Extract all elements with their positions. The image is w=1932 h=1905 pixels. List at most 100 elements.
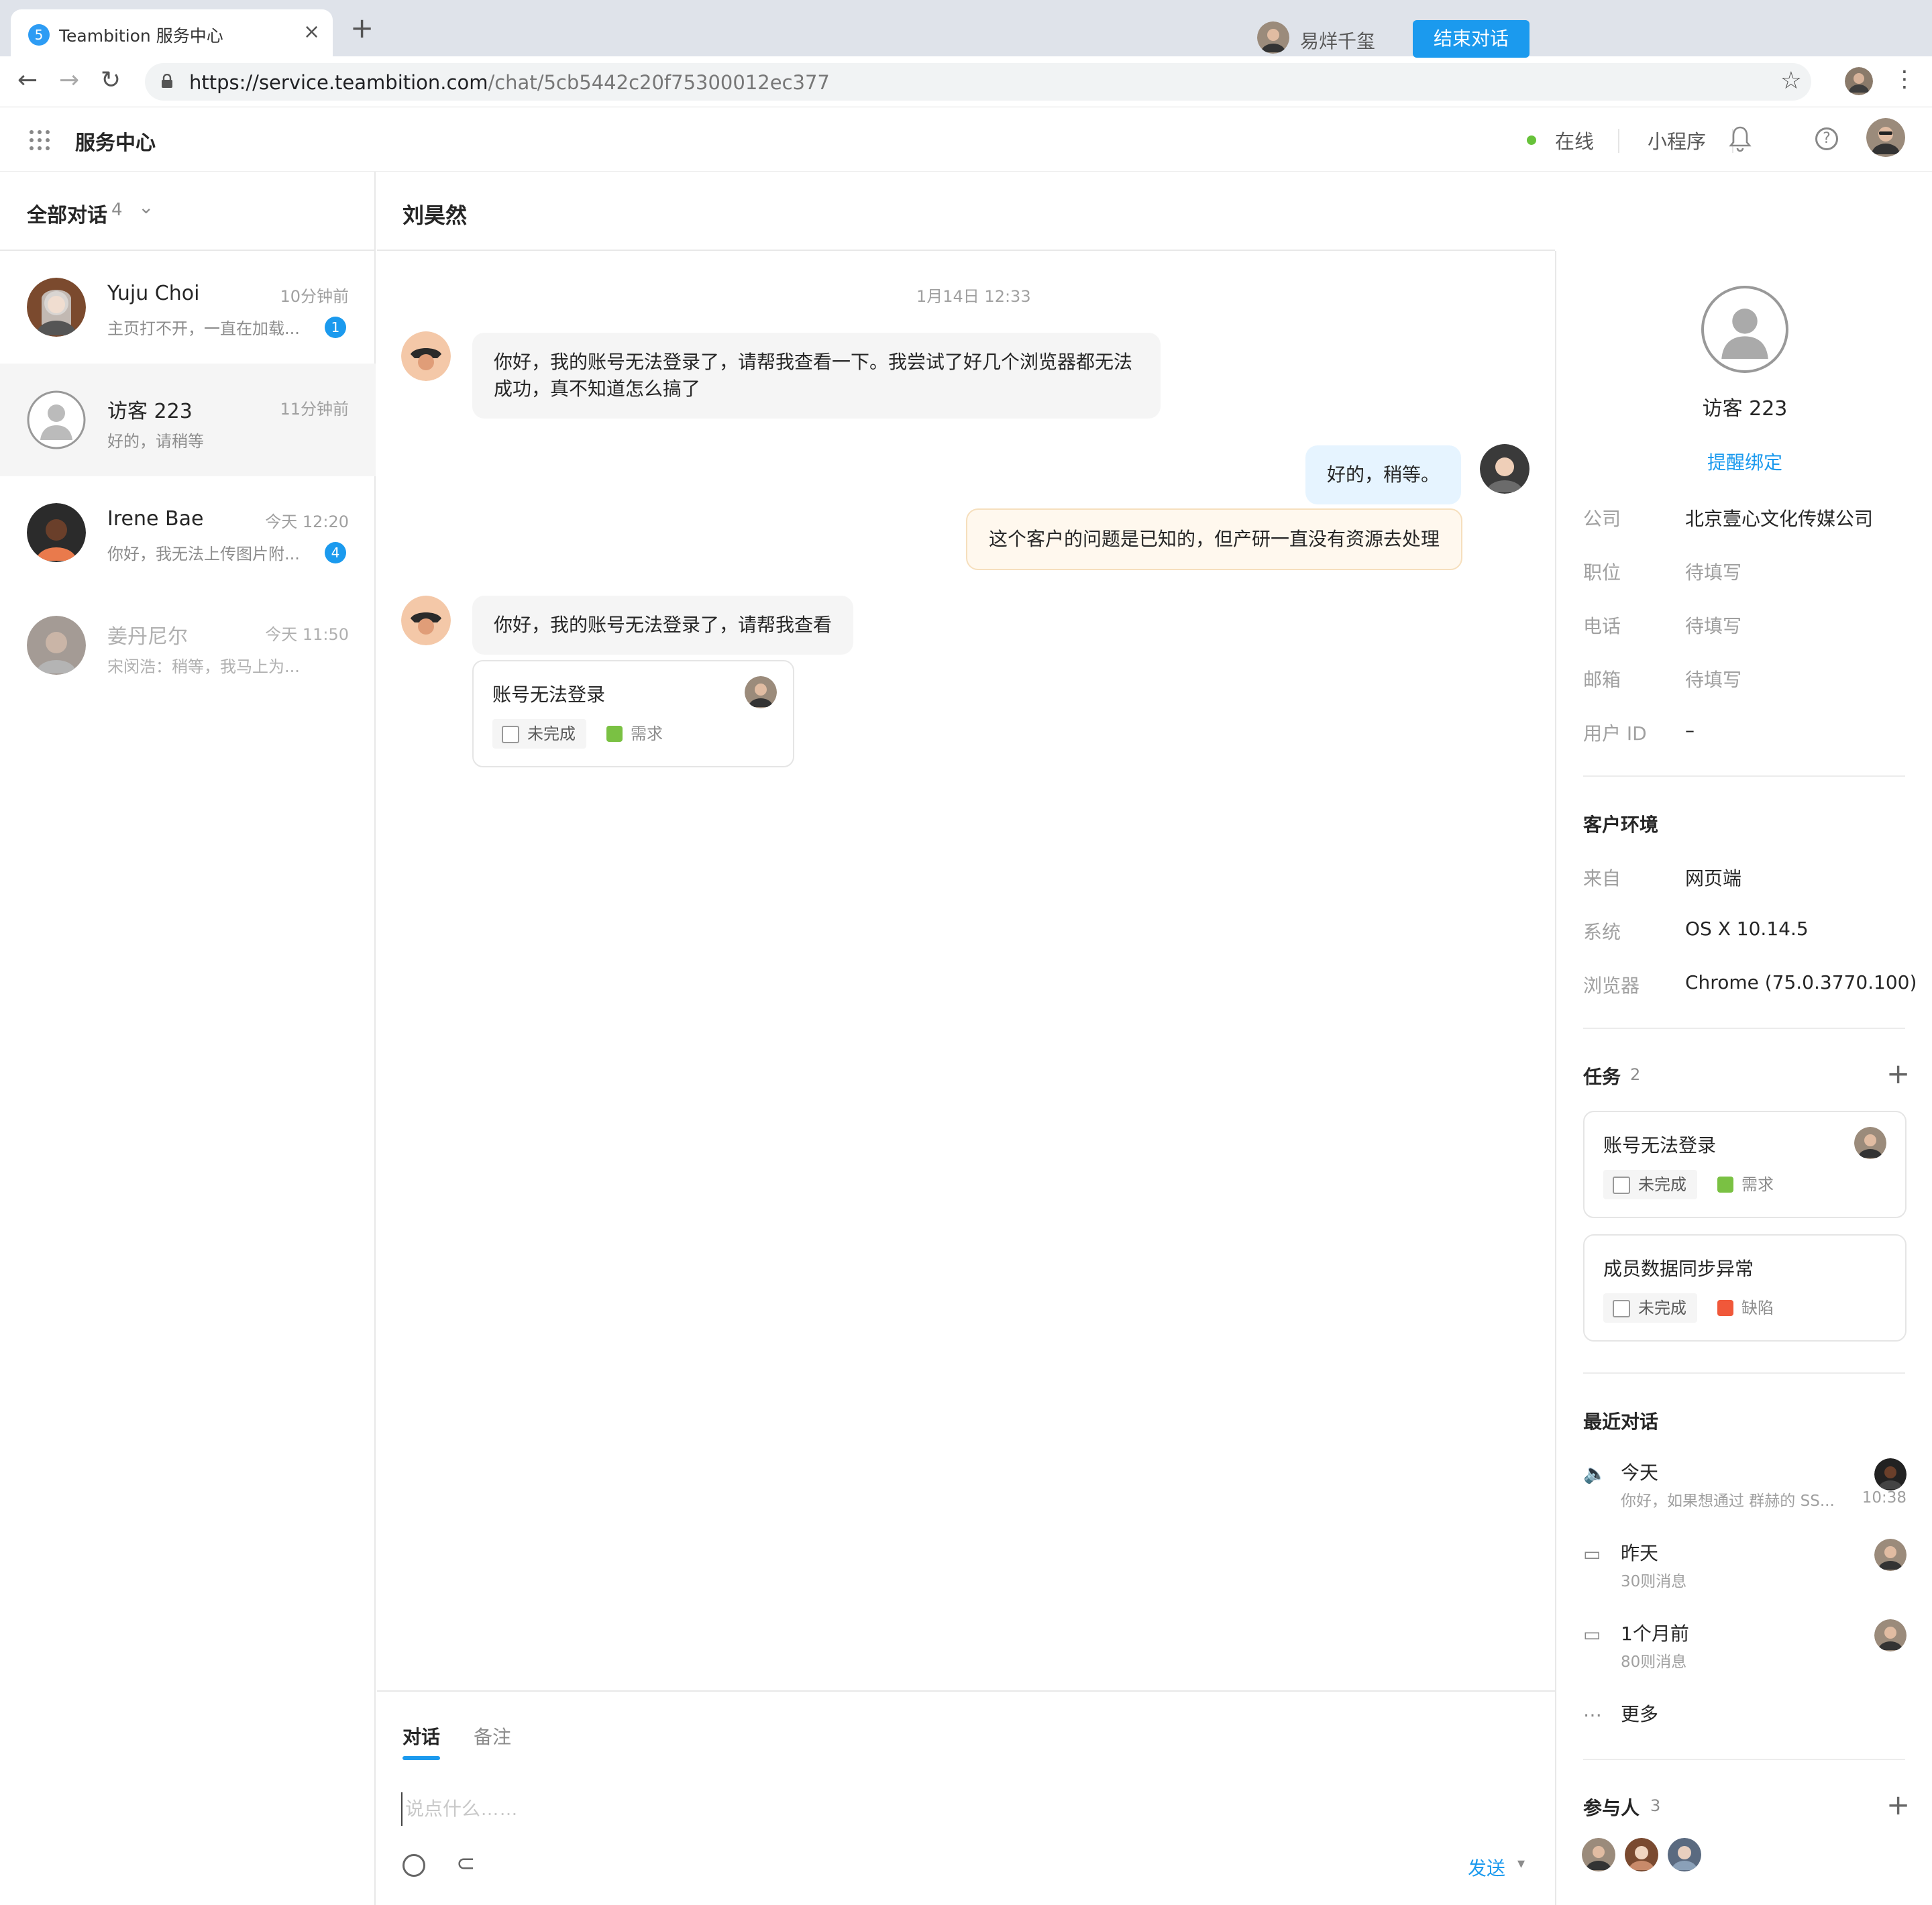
more-conversations-link[interactable]: ⋯ 更多 <box>1583 1700 1907 1733</box>
field-company: 公司 北京壹心文化传媒公司 <box>1583 504 1912 531</box>
task-type-label: 需求 <box>1741 1175 1774 1194</box>
conversation-time: 10分钟前 <box>280 287 349 306</box>
conversation-time: 今天 11:50 <box>265 625 349 644</box>
task-card[interactable]: 账号无法登录 未完成 需求 <box>1583 1111 1907 1218</box>
conversation-list: 全部对话 4 ⌄ Yuju Choi 10分钟前 主页打不开，一直在加载... … <box>0 172 376 1905</box>
conversation-item[interactable]: 姜丹尼尔 今天 11:50 宋闵浩：稍等，我马上为... <box>0 589 376 702</box>
app-header: 服务中心 在线 小程序 ? <box>0 107 1932 172</box>
lock-icon <box>162 74 172 88</box>
send-button[interactable]: 发送 <box>1468 1854 1505 1881</box>
url-field[interactable]: https://service.teambition.com/chat/5cb5… <box>145 63 1811 101</box>
participant-avatar[interactable] <box>1582 1838 1615 1871</box>
app-title: 服务中心 <box>75 131 156 155</box>
conversation-preview: 好的，请稍等 <box>107 432 204 451</box>
task-card[interactable]: 成员数据同步异常 未完成 缺陷 <box>1583 1234 1907 1342</box>
chat-header: 刘昊然 <box>377 172 1555 251</box>
participant-avatar[interactable] <box>1625 1838 1658 1871</box>
emoji-icon[interactable] <box>402 1854 425 1877</box>
internal-note: 这个客户的问题是已知的，但产研一直没有资源去处理 <box>966 508 1463 570</box>
task-type: 缺陷 <box>1717 1293 1774 1323</box>
conversation-filter[interactable]: 全部对话 4 ⌄ <box>0 172 376 251</box>
chevron-down-icon[interactable]: ⌄ <box>138 196 154 218</box>
recent-conversation[interactable]: 🔈 今天 你好，如果想通过 群赫的 SS... 10:38 <box>1583 1458 1907 1525</box>
task-status[interactable]: 未完成 <box>1603 1170 1697 1199</box>
default-avatar-icon <box>27 390 86 449</box>
chat-bubble-icon: ▭ <box>1583 1623 1601 1645</box>
filter-count: 4 <box>111 200 123 220</box>
avatar[interactable] <box>1866 118 1905 157</box>
browser-profile-avatar[interactable] <box>1845 67 1873 95</box>
task-type-label: 需求 <box>631 724 663 743</box>
back-icon[interactable]: ← <box>17 67 38 94</box>
conversation-item[interactable]: Yuju Choi 10分钟前 主页打不开，一直在加载... 1 <box>0 251 376 364</box>
participants-title: 参与人 <box>1583 1797 1640 1819</box>
avatar <box>745 676 777 708</box>
task-title: 成员数据同步异常 <box>1603 1258 1754 1280</box>
field-value[interactable]: 待填写 <box>1685 558 1741 585</box>
forward-icon[interactable]: → <box>59 67 79 94</box>
mini-program-link[interactable]: 小程序 <box>1648 126 1706 154</box>
recent-conversation[interactable]: ▭ 1个月前 80则消息 <box>1583 1619 1907 1686</box>
composer: 对话 备注 ⊂ 发送 ▾ <box>377 1690 1555 1905</box>
checkbox-icon[interactable] <box>1613 1300 1630 1317</box>
field-phone: 电话 待填写 <box>1583 612 1912 639</box>
browser-menu-icon[interactable]: ⋮ <box>1893 66 1916 93</box>
recent-title: 最近对话 <box>1583 1411 1659 1433</box>
task-status[interactable]: 未完成 <box>492 719 586 749</box>
conversation-name: Yuju Choi <box>107 282 200 305</box>
unread-badge: 4 <box>325 542 346 563</box>
end-conversation-button[interactable]: 结束对话 <box>1413 20 1529 58</box>
active-tab-indicator <box>402 1756 440 1760</box>
conversation-time: 11分钟前 <box>280 400 349 419</box>
task-status[interactable]: 未完成 <box>1603 1293 1697 1323</box>
task-card[interactable]: 账号无法登录 未完成 需求 <box>472 660 794 767</box>
app-grid-icon[interactable] <box>30 130 50 150</box>
remind-bind-link[interactable]: 提醒绑定 <box>1556 448 1932 475</box>
message-input[interactable] <box>401 1792 1515 1826</box>
new-tab-icon[interactable]: + <box>350 13 374 43</box>
recent-subtitle: 80则消息 <box>1621 1653 1687 1671</box>
default-avatar-icon <box>1701 286 1788 373</box>
tab-note[interactable]: 备注 <box>474 1723 511 1749</box>
task-status-label: 未完成 <box>527 724 576 743</box>
conversation-item[interactable]: Irene Bae 今天 12:20 你好，我无法上传图片附... 4 <box>0 476 376 589</box>
add-task-icon[interactable]: + <box>1886 1060 1910 1088</box>
address-bar: ← → ↻ https://service.teambition.com/cha… <box>0 56 1932 107</box>
reload-icon[interactable]: ↻ <box>101 67 121 94</box>
attachment-icon[interactable]: ⊂ <box>456 1850 476 1877</box>
task-title: 账号无法登录 <box>1603 1134 1717 1156</box>
add-participant-icon[interactable]: + <box>1886 1791 1910 1819</box>
field-label: 浏览器 <box>1583 975 1640 997</box>
assignee-avatar[interactable] <box>1257 21 1289 54</box>
field-value[interactable]: 北京壹心文化传媒公司 <box>1685 504 1873 531</box>
tab-chat[interactable]: 对话 <box>402 1723 440 1749</box>
field-value: Chrome (75.0.3770.100) <box>1685 971 1917 993</box>
checkbox-icon[interactable] <box>502 726 519 743</box>
recent-time: 10:38 <box>1862 1489 1907 1507</box>
browser-tab[interactable]: 5 Teambition 服务中心 × <box>11 9 333 56</box>
field-value[interactable]: 待填写 <box>1685 612 1741 639</box>
task-status-label: 未完成 <box>1638 1175 1686 1194</box>
conversation-item[interactable]: 访客 223 11分钟前 好的，请稍等 <box>0 364 376 476</box>
recent-subtitle: 你好，如果想通过 群赫的 SS... <box>1621 1492 1835 1510</box>
env-os: 系统 OS X 10.14.5 <box>1583 918 1912 944</box>
browser-tab-bar: 5 Teambition 服务中心 × + <box>0 0 1932 56</box>
bookmark-star-icon[interactable]: ☆ <box>1780 67 1802 95</box>
online-status-label[interactable]: 在线 <box>1555 126 1594 154</box>
customer-name: 访客 223 <box>1702 397 1788 421</box>
assignee-name[interactable]: 易烊千玺 <box>1300 27 1375 54</box>
message-bubble: 好的，稍等。 <box>1305 445 1462 504</box>
field-value[interactable]: 待填写 <box>1685 665 1741 692</box>
speaker-icon: 🔈 <box>1583 1462 1607 1484</box>
recent-conversation[interactable]: ▭ 昨天 30则消息 <box>1583 1539 1907 1606</box>
participant-avatar[interactable] <box>1668 1838 1701 1871</box>
send-options-icon[interactable]: ▾ <box>1517 1855 1525 1872</box>
favicon-icon: 5 <box>28 24 50 46</box>
divider <box>1583 1028 1905 1029</box>
help-icon[interactable]: ? <box>1815 127 1838 150</box>
tasks-title: 任务 <box>1583 1066 1621 1088</box>
bell-icon[interactable] <box>1728 123 1752 153</box>
close-tab-icon[interactable]: × <box>303 20 320 44</box>
checkbox-icon[interactable] <box>1613 1177 1630 1194</box>
bug-icon <box>1717 1300 1733 1316</box>
